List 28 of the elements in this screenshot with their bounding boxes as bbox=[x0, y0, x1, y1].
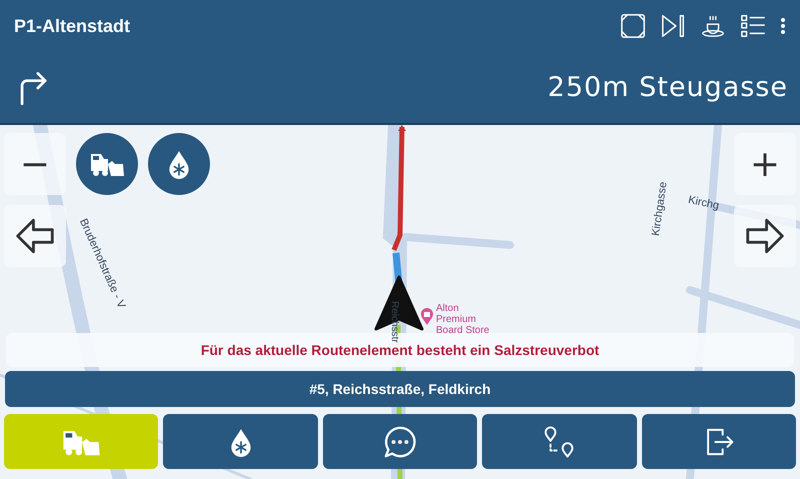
poi-label: Alton Premium Board Store bbox=[436, 303, 490, 336]
app-title: P1-Altenstadt bbox=[14, 16, 132, 36]
street-label: Kirchg bbox=[687, 194, 720, 212]
zoom-in-button[interactable]: + bbox=[734, 133, 796, 195]
pan-left-button[interactable] bbox=[4, 205, 66, 267]
chat-tool-button[interactable] bbox=[322, 414, 478, 469]
zoom-out-button[interactable]: − bbox=[4, 133, 66, 195]
fullscreen-icon bbox=[620, 13, 646, 39]
list-icon bbox=[740, 13, 766, 39]
street-label: Reichsstr bbox=[389, 301, 400, 343]
fullscreen-button[interactable] bbox=[620, 13, 646, 39]
street-label: Kirchgasse bbox=[650, 181, 670, 237]
turn-instruction: 250m Steugasse bbox=[548, 72, 788, 103]
coffee-cup-icon bbox=[700, 13, 726, 39]
more-vertical-icon bbox=[780, 17, 786, 35]
map-pin-icon bbox=[420, 308, 434, 326]
pan-right-button[interactable] bbox=[734, 205, 796, 267]
route-pins-icon bbox=[542, 424, 576, 458]
exit-tool-button[interactable] bbox=[642, 414, 796, 469]
salt-tool-button[interactable] bbox=[163, 414, 318, 469]
coffee-button[interactable] bbox=[700, 13, 726, 39]
skip-forward-icon bbox=[660, 13, 686, 39]
skip-button[interactable] bbox=[660, 13, 686, 39]
more-button[interactable] bbox=[780, 17, 786, 35]
route-tool-button[interactable] bbox=[482, 414, 637, 469]
chat-bubble-icon bbox=[382, 424, 418, 460]
route-element-bar[interactable]: #5, Reichsstraße, Feldkirch bbox=[5, 371, 795, 407]
list-button[interactable] bbox=[740, 13, 766, 39]
